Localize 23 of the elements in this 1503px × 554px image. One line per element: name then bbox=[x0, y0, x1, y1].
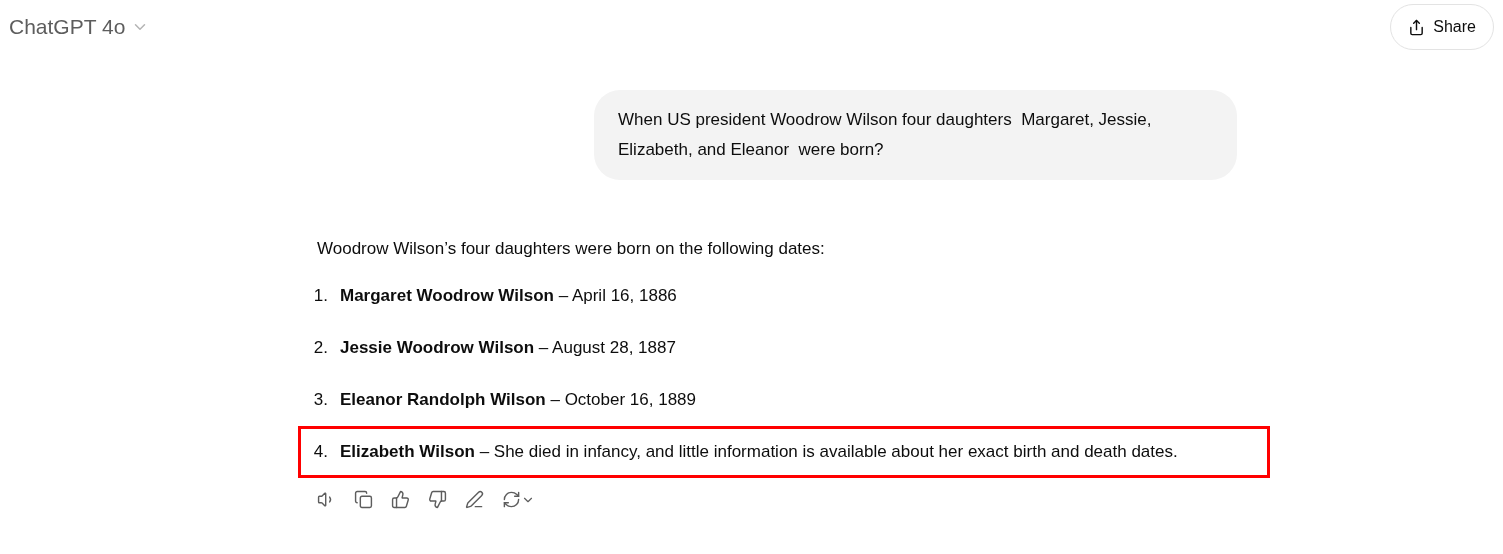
refresh-icon bbox=[502, 490, 521, 509]
thumbs-up-button[interactable] bbox=[391, 490, 410, 509]
user-message: When US president Woodrow Wilson four daughters Margaret, Jessie, Elizabeth, and Eleanor were born? bbox=[594, 90, 1237, 180]
regenerate-button[interactable] bbox=[502, 490, 535, 509]
model-selector[interactable]: ChatGPT 4o bbox=[9, 15, 150, 39]
list-item-text: Eleanor Randolph Wilson – October 16, 1889 bbox=[340, 389, 697, 411]
list-number: 2. bbox=[312, 337, 328, 359]
copy-button[interactable] bbox=[354, 490, 373, 509]
list-number: 4. bbox=[312, 441, 328, 463]
thumbs-down-icon bbox=[428, 490, 447, 509]
thumbs-up-icon bbox=[391, 490, 410, 509]
list-item-text: Margaret Woodrow Wilson – April 16, 1886 bbox=[340, 285, 677, 307]
response-intro: Woodrow Wilson’s four daughters were born on the following dates: bbox=[317, 238, 826, 260]
pencil-icon bbox=[465, 490, 484, 509]
copy-icon bbox=[354, 490, 373, 509]
edit-button[interactable] bbox=[465, 490, 484, 509]
list-item-text: Elizabeth Wilson – She died in infancy, and little information is available about her exact birth and death dates. bbox=[340, 441, 1178, 463]
share-button[interactable]: Share bbox=[1390, 4, 1494, 50]
thumbs-down-button[interactable] bbox=[428, 490, 447, 509]
list-number: 1. bbox=[312, 285, 328, 307]
share-icon bbox=[1408, 18, 1426, 36]
list-item-text: Jessie Woodrow Wilson – August 28, 1887 bbox=[340, 337, 676, 359]
list-number: 3. bbox=[312, 389, 328, 411]
